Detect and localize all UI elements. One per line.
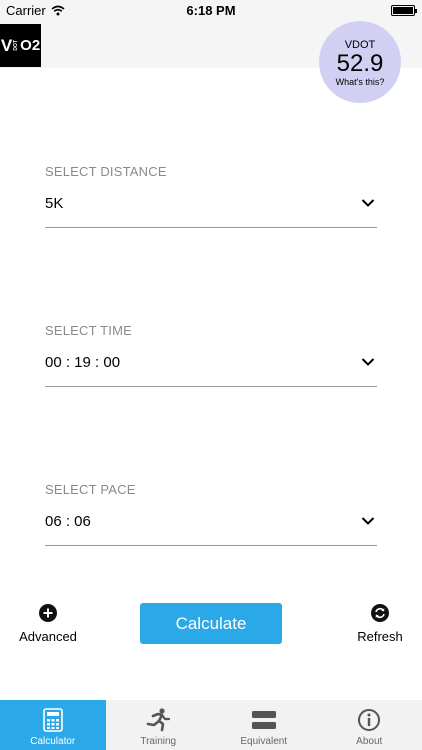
tab-training-label: Training [140, 736, 177, 747]
time-label: SELECT TIME [45, 323, 132, 338]
pace-label: SELECT PACE [45, 482, 136, 497]
tab-about-label: About [356, 736, 383, 747]
chevron-down-icon [361, 358, 375, 366]
tab-about[interactable]: About [317, 700, 422, 750]
battery-icon [391, 5, 417, 16]
chevron-down-icon [361, 199, 375, 207]
app-logo: V DOT O2 [0, 24, 41, 67]
logo-o2: O2 [20, 37, 41, 54]
distance-value: 5K [45, 195, 64, 212]
vdot-help-link[interactable]: What's this? [336, 77, 385, 87]
pace-value: 06 : 06 [45, 513, 91, 530]
advanced-label: Advanced [19, 629, 77, 644]
time-select[interactable]: 00 : 19 : 00 [45, 347, 377, 387]
tab-calculator[interactable]: Calculator [0, 700, 106, 750]
equal-icon [251, 711, 276, 729]
distance-select[interactable]: 5K [45, 188, 377, 228]
time-value: 00 : 19 : 00 [45, 354, 121, 371]
plus-circle-icon [39, 604, 57, 622]
pace-field: SELECT PACE 06 : 06 [45, 482, 377, 546]
status-time: 6:18 PM [186, 3, 236, 18]
tab-calculator-label: Calculator [30, 736, 76, 747]
tab-training[interactable]: Training [106, 700, 212, 750]
vdot-value: 52.9 [336, 50, 384, 77]
advanced-button[interactable]: Advanced [18, 604, 78, 644]
chevron-down-icon [361, 517, 375, 525]
tab-bar: Calculator Training Equivalent About [0, 700, 422, 750]
calculator-icon [42, 708, 63, 732]
refresh-label: Refresh [357, 629, 403, 644]
distance-field: SELECT DISTANCE 5K [45, 164, 377, 228]
status-bar: Carrier 6:18 PM [0, 0, 422, 22]
tab-equivalent[interactable]: Equivalent [211, 700, 317, 750]
runner-icon [146, 708, 171, 732]
info-icon [358, 709, 381, 731]
pace-select[interactable]: 06 : 06 [45, 506, 377, 546]
refresh-button[interactable]: Refresh [354, 604, 406, 644]
time-field: SELECT TIME 00 : 19 : 00 [45, 323, 377, 387]
vdot-badge[interactable]: VDOT 52.9 What's this? [319, 21, 401, 103]
refresh-icon [371, 604, 389, 622]
logo-dot: DOT [13, 40, 20, 51]
tab-equivalent-label: Equivalent [240, 736, 288, 747]
logo-v: V [0, 35, 13, 55]
distance-label: SELECT DISTANCE [45, 164, 167, 179]
calculate-button[interactable]: Calculate [140, 603, 282, 644]
